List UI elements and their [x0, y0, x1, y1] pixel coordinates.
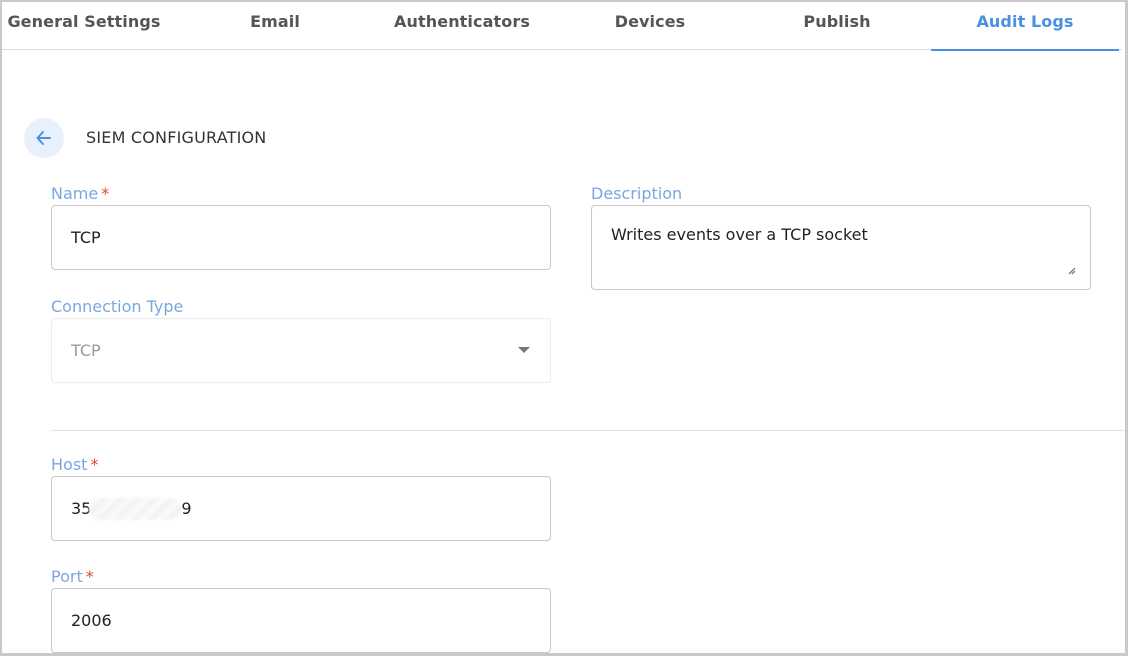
redacted-region [89, 497, 182, 520]
host-input[interactable]: 35 9 [51, 476, 551, 541]
name-value: TCP [71, 228, 101, 247]
tab-audit-logs[interactable]: Audit Logs [931, 2, 1119, 51]
connection-type-select[interactable]: TCP [51, 318, 551, 383]
connection-type-label: Connection Type [51, 297, 184, 316]
tab-authenticators[interactable]: Authenticators [368, 2, 556, 50]
tab-bar: General Settings Email Authenticators De… [2, 2, 1122, 51]
port-input[interactable]: 2006 [51, 588, 551, 653]
tab-publish[interactable]: Publish [743, 2, 931, 50]
required-mark: * [85, 567, 94, 586]
tab-devices[interactable]: Devices [556, 2, 744, 50]
host-value-suffix: 9 [181, 499, 192, 518]
host-label: Host * [51, 455, 99, 474]
back-button[interactable] [24, 118, 64, 158]
port-value: 2006 [71, 611, 112, 630]
host-value-prefix: 35 [71, 499, 92, 518]
description-label: Description [591, 184, 683, 203]
name-input[interactable]: TCP [51, 205, 551, 270]
arrow-left-icon [36, 131, 51, 145]
connection-type-value: TCP [71, 341, 101, 360]
description-value: Writes events over a TCP socket [611, 225, 868, 244]
settings-panel: General Settings Email Authenticators De… [0, 0, 1128, 656]
chevron-down-icon [518, 347, 530, 353]
port-label: Port * [51, 567, 94, 586]
tab-general-settings[interactable]: General Settings [2, 2, 178, 50]
description-textarea[interactable]: Writes events over a TCP socket [591, 205, 1091, 290]
resize-handle-icon[interactable] [1066, 265, 1076, 275]
tab-email[interactable]: Email [181, 2, 369, 50]
page-title: SIEM CONFIGURATION [86, 128, 267, 147]
section-divider [51, 430, 1125, 431]
required-mark: * [90, 455, 99, 474]
name-label: Name * [51, 184, 110, 203]
required-mark: * [101, 184, 110, 203]
